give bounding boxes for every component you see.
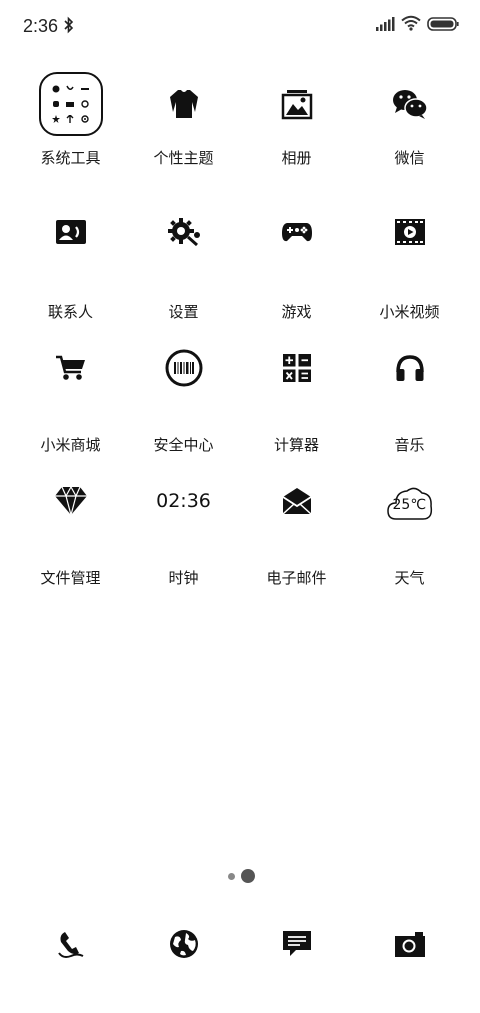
app-gallery[interactable]: 相册 xyxy=(240,69,353,189)
app-file-manager[interactable]: 文件管理 xyxy=(14,468,127,588)
clock-icon: 02:36 xyxy=(149,468,219,533)
bluetooth-icon xyxy=(63,16,75,39)
app-games[interactable]: 游戏 xyxy=(240,202,353,322)
app-music[interactable]: 音乐 xyxy=(353,335,466,455)
page-dot[interactable] xyxy=(228,873,235,880)
page-indicator[interactable] xyxy=(0,868,480,884)
app-contacts[interactable]: 联系人 xyxy=(14,202,127,322)
settings-icon xyxy=(149,202,219,261)
dock-browser[interactable] xyxy=(164,926,204,966)
app-settings[interactable]: 设置 xyxy=(127,202,240,322)
app-label: 微信 xyxy=(394,149,425,167)
gallery-icon xyxy=(262,69,332,139)
weather-temperature: 25℃ xyxy=(392,497,427,513)
folder-icon xyxy=(36,69,106,139)
app-label: 时钟 xyxy=(168,569,199,587)
headphones-icon xyxy=(375,335,445,400)
page-dot-current[interactable] xyxy=(241,869,255,883)
app-security[interactable]: 安全中心 xyxy=(127,335,240,455)
camera-icon xyxy=(395,931,425,962)
app-label: 设置 xyxy=(168,303,199,321)
app-label: 小米商城 xyxy=(40,436,101,454)
dock-phone[interactable] xyxy=(50,926,90,966)
dock xyxy=(0,926,480,976)
app-label: 安全中心 xyxy=(153,436,214,454)
cart-icon xyxy=(36,335,106,400)
app-label: 系统工具 xyxy=(40,149,101,167)
app-email[interactable]: 电子邮件 xyxy=(240,468,353,588)
status-bar: 2:36 xyxy=(0,0,480,52)
signal-icon xyxy=(376,17,396,36)
app-clock[interactable]: 02:36 时钟 xyxy=(127,468,240,588)
video-icon xyxy=(375,202,445,261)
security-icon xyxy=(149,335,219,400)
app-label: 电子邮件 xyxy=(266,569,327,587)
app-label: 天气 xyxy=(394,569,425,587)
app-calculator[interactable]: 计算器 xyxy=(240,335,353,455)
clock-time-text: 02:36 xyxy=(156,489,211,512)
app-label: 联系人 xyxy=(47,303,93,321)
mail-icon xyxy=(262,468,332,533)
messages-icon xyxy=(282,930,312,963)
phone-icon xyxy=(55,929,85,964)
app-weather[interactable]: 25℃ 天气 xyxy=(353,468,466,588)
app-label: 音乐 xyxy=(394,436,425,454)
battery-icon xyxy=(427,17,459,36)
app-label: 个性主题 xyxy=(153,149,214,167)
app-label: 小米视频 xyxy=(379,303,440,321)
app-wechat[interactable]: 微信 xyxy=(353,69,466,189)
wechat-icon xyxy=(375,69,445,139)
diamond-icon xyxy=(36,468,106,533)
dock-messages[interactable] xyxy=(277,926,317,966)
calculator-icon xyxy=(262,335,332,400)
app-themes[interactable]: 个性主题 xyxy=(127,69,240,189)
app-label: 相册 xyxy=(281,149,312,167)
app-system-tools[interactable]: 系统工具 xyxy=(14,69,127,189)
app-mi-video[interactable]: 小米视频 xyxy=(353,202,466,322)
app-label: 计算器 xyxy=(273,436,319,454)
weather-icon: 25℃ xyxy=(375,468,445,533)
dock-camera[interactable] xyxy=(390,926,430,966)
gamepad-icon xyxy=(262,202,332,261)
wifi-icon xyxy=(401,15,421,36)
app-mi-store[interactable]: 小米商城 xyxy=(14,335,127,455)
app-label: 游戏 xyxy=(281,303,312,321)
status-time: 2:36 xyxy=(23,16,59,36)
contacts-icon xyxy=(36,202,106,261)
browser-globe-icon xyxy=(169,929,199,964)
shirt-icon xyxy=(149,69,219,139)
app-label: 文件管理 xyxy=(40,569,101,587)
